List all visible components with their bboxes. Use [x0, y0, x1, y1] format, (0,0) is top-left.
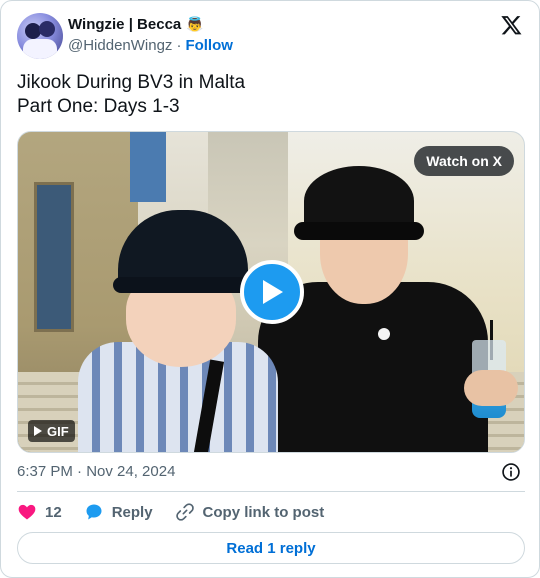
divider — [17, 491, 525, 492]
x-logo-icon[interactable] — [500, 14, 523, 36]
author-display-name[interactable]: Wingzie | Becca — [68, 16, 181, 33]
gif-play-icon — [34, 426, 42, 436]
author-handle-row: @HiddenWingz · Follow — [68, 37, 233, 54]
hand — [464, 370, 518, 406]
scene-door — [34, 182, 74, 332]
like-button[interactable]: 12 — [17, 502, 62, 522]
action-bar: 12 Reply Copy link to post — [17, 501, 346, 523]
reply-bubble-icon — [86, 504, 102, 520]
gif-badge: GIF — [28, 420, 75, 442]
lapel-mic — [378, 328, 390, 340]
scene-balcony — [130, 132, 166, 202]
gif-label: GIF — [47, 423, 69, 439]
post-text-line: Part One: Days 1-3 — [17, 96, 180, 117]
info-icon[interactable] — [501, 462, 521, 482]
media-video-thumbnail[interactable]: Watch on X GIF — [17, 131, 525, 453]
post-text-line: Jikook During BV3 in Malta — [17, 72, 246, 93]
reply-label: Reply — [111, 503, 153, 521]
link-icon — [175, 503, 194, 521]
read-replies-button[interactable]: Read 1 reply — [17, 532, 525, 564]
separator-dot: · — [176, 37, 182, 54]
copy-link-button[interactable]: Copy link to post — [175, 502, 325, 522]
post-timestamp[interactable]: 6:37 PM · Nov 24, 2024 — [17, 463, 175, 480]
person-left-cap-brim — [113, 277, 253, 293]
avatar[interactable] — [17, 13, 63, 59]
play-icon — [263, 280, 283, 304]
play-button[interactable] — [240, 260, 304, 324]
watch-on-x-button[interactable]: Watch on X — [414, 146, 514, 176]
post-text: Jikook During BV3 in Malta Part One: Day… — [17, 71, 517, 119]
person-right-hat-brim — [294, 222, 424, 240]
reply-button[interactable]: Reply — [84, 502, 153, 522]
follow-button[interactable]: Follow — [185, 37, 233, 54]
angel-emoji-icon: 👼 — [186, 16, 204, 32]
heart-icon — [18, 504, 36, 520]
author-name-row: Wingzie | Becca 👼 — [68, 16, 204, 33]
author-handle[interactable]: @HiddenWingz — [68, 37, 172, 54]
like-count: 12 — [45, 503, 62, 521]
embedded-post-card: Wingzie | Becca 👼 @HiddenWingz · Follow … — [0, 0, 540, 578]
copy-link-label: Copy link to post — [202, 503, 325, 521]
